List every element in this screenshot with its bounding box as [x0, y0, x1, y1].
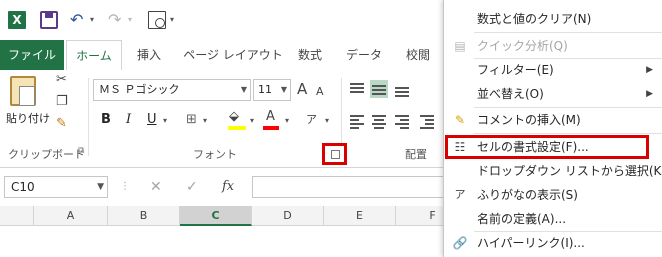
- align-center-icon[interactable]: [370, 112, 388, 130]
- formula-bar-grip-icon: ⋮: [120, 181, 130, 192]
- shrink-font-icon[interactable]: A: [316, 82, 324, 102]
- underline-button[interactable]: U: [147, 110, 157, 130]
- paste-icon[interactable]: [10, 76, 36, 106]
- align-bottom-icon[interactable]: [393, 80, 411, 98]
- excel-window: X ↶ ▾ ↷ ▾ ▾ ファイル ホーム 挿入 ページ レイアウト 数式 データ…: [0, 0, 470, 257]
- excel-logo-icon: X: [8, 11, 26, 29]
- align-right-icon[interactable]: [393, 112, 411, 130]
- align-top-icon[interactable]: [348, 80, 366, 98]
- chevron-down-icon[interactable]: ▼: [281, 80, 287, 100]
- submenu-arrow-icon: ▶: [646, 89, 653, 99]
- chevron-down-icon[interactable]: ▼: [241, 80, 247, 100]
- borders-icon[interactable]: ⊞: [186, 110, 197, 130]
- grow-font-icon[interactable]: A: [297, 79, 307, 99]
- fill-color-dropdown-icon[interactable]: ▾: [250, 116, 254, 125]
- menu-separator: [474, 32, 662, 33]
- font-color-swatch: [263, 126, 279, 130]
- fill-color-swatch: [228, 126, 246, 130]
- borders-dropdown-icon[interactable]: ▾: [203, 116, 207, 125]
- tab-page-layout[interactable]: ページ レイアウト: [183, 40, 283, 70]
- tab-insert[interactable]: 挿入: [132, 40, 166, 70]
- enter-formula-button[interactable]: ✓: [186, 176, 198, 198]
- copy-icon[interactable]: ❐: [56, 94, 68, 109]
- context-menu: 数式と値のクリア(N) ▤ クイック分析(Q) フィルター(E) ▶ 並べ替え(…: [443, 0, 662, 257]
- tab-file[interactable]: ファイル: [0, 40, 64, 70]
- font-dialog-launcher-button[interactable]: [322, 143, 347, 165]
- format-painter-icon[interactable]: ✎: [56, 116, 67, 131]
- phonetic-guide-icon[interactable]: ア: [306, 110, 317, 130]
- redo-dropdown-icon[interactable]: ▾: [128, 15, 132, 24]
- hyperlink-icon: 🔗: [452, 236, 468, 250]
- alignment-group-label: 配置: [405, 148, 427, 161]
- tab-home[interactable]: ホーム: [66, 40, 122, 71]
- quick-access-toolbar: X ↶ ▾ ↷ ▾ ▾: [0, 0, 470, 40]
- phonetic-icon: ア: [454, 188, 466, 201]
- chevron-down-icon[interactable]: ▼: [97, 177, 104, 197]
- column-header-d[interactable]: D: [252, 206, 324, 226]
- format-cells-highlight: [445, 135, 649, 159]
- font-name-combobox[interactable]: ＭＳ Ｐゴシック ▼: [93, 79, 251, 101]
- save-icon[interactable]: [40, 11, 58, 29]
- fill-color-icon[interactable]: ⬙: [229, 107, 239, 127]
- menu-item-pick-from-dropdown[interactable]: ドロップダウン リストから選択(K)...: [444, 159, 662, 183]
- menu-item-filter[interactable]: フィルター(E) ▶: [444, 58, 662, 82]
- font-color-icon[interactable]: A: [266, 107, 275, 127]
- worksheet-grid[interactable]: [0, 226, 470, 257]
- clipboard-group-label: クリップボード: [8, 148, 85, 161]
- ribbon-tabs: ファイル ホーム 挿入 ページ レイアウト 数式 データ 校閲: [0, 40, 470, 110]
- column-header-a[interactable]: A: [34, 206, 108, 226]
- column-header-e[interactable]: E: [324, 206, 396, 226]
- insert-comment-icon: ✎: [454, 113, 466, 127]
- tab-data[interactable]: データ: [342, 40, 386, 70]
- bold-button[interactable]: B: [101, 110, 111, 130]
- undo-icon[interactable]: ↶: [70, 11, 88, 29]
- group-separator: [88, 78, 89, 156]
- menu-item-hyperlink[interactable]: 🔗 ハイパーリンク(I)...: [444, 231, 662, 255]
- submenu-arrow-icon: ▶: [646, 65, 653, 75]
- menu-item-quick-analysis: ▤ クイック分析(Q): [444, 34, 662, 58]
- name-box[interactable]: C10 ▼: [4, 176, 108, 198]
- quick-analysis-icon: ▤: [454, 39, 466, 53]
- cancel-formula-button[interactable]: ✕: [150, 176, 162, 198]
- undo-dropdown-icon[interactable]: ▾: [90, 15, 94, 24]
- menu-item-sort[interactable]: 並べ替え(O) ▶: [444, 82, 662, 106]
- column-header-b[interactable]: B: [108, 206, 180, 226]
- tab-formulas[interactable]: 数式: [292, 40, 328, 70]
- cut-icon[interactable]: ✂: [56, 72, 67, 87]
- align-left-icon[interactable]: [348, 112, 366, 130]
- tab-review[interactable]: 校閲: [400, 40, 436, 70]
- menu-item-insert-comment[interactable]: ✎ コメントの挿入(M): [444, 108, 662, 132]
- font-group-label: フォント: [193, 148, 237, 161]
- italic-button[interactable]: I: [126, 110, 131, 130]
- font-size-value: 11: [258, 83, 272, 96]
- select-all-corner[interactable]: [0, 206, 34, 226]
- menu-item-clear-formulas-values[interactable]: 数式と値のクリア(N): [444, 7, 662, 31]
- menu-item-show-phonetic[interactable]: ア ふりがなの表示(S): [444, 183, 662, 207]
- font-size-combobox[interactable]: 11 ▼: [253, 79, 291, 101]
- paste-button-label[interactable]: 貼り付け: [6, 110, 50, 126]
- print-preview-icon[interactable]: [148, 11, 166, 29]
- clipboard-launcher-icon[interactable]: ⧉: [78, 146, 84, 156]
- decrease-indent-icon[interactable]: [418, 112, 436, 130]
- font-name-value: ＭＳ Ｐゴシック: [99, 83, 180, 96]
- formula-input[interactable]: [252, 176, 470, 198]
- align-middle-icon[interactable]: [370, 80, 388, 98]
- menu-separator: [474, 133, 662, 134]
- ribbon-home: 貼り付け ✂ ❐ ✎ クリップボード ⧉ ＭＳ Ｐゴシック ▼ 11 ▼ A A…: [0, 70, 470, 168]
- menu-item-define-name[interactable]: 名前の定義(A)...: [444, 207, 662, 231]
- phonetic-dropdown-icon[interactable]: ▾: [325, 116, 329, 125]
- underline-dropdown-icon[interactable]: ▾: [163, 116, 167, 125]
- redo-icon[interactable]: ↷: [108, 11, 126, 29]
- font-color-dropdown-icon[interactable]: ▾: [285, 116, 289, 125]
- formula-bar: C10 ▼ ⋮ ✕ ✓ fx: [0, 168, 470, 206]
- customize-qat-icon[interactable]: ▾: [170, 15, 174, 24]
- insert-function-button[interactable]: fx: [222, 176, 234, 198]
- worksheet: A B C D E F: [0, 206, 470, 257]
- column-header-c[interactable]: C: [180, 206, 252, 226]
- name-box-value: C10: [11, 180, 35, 194]
